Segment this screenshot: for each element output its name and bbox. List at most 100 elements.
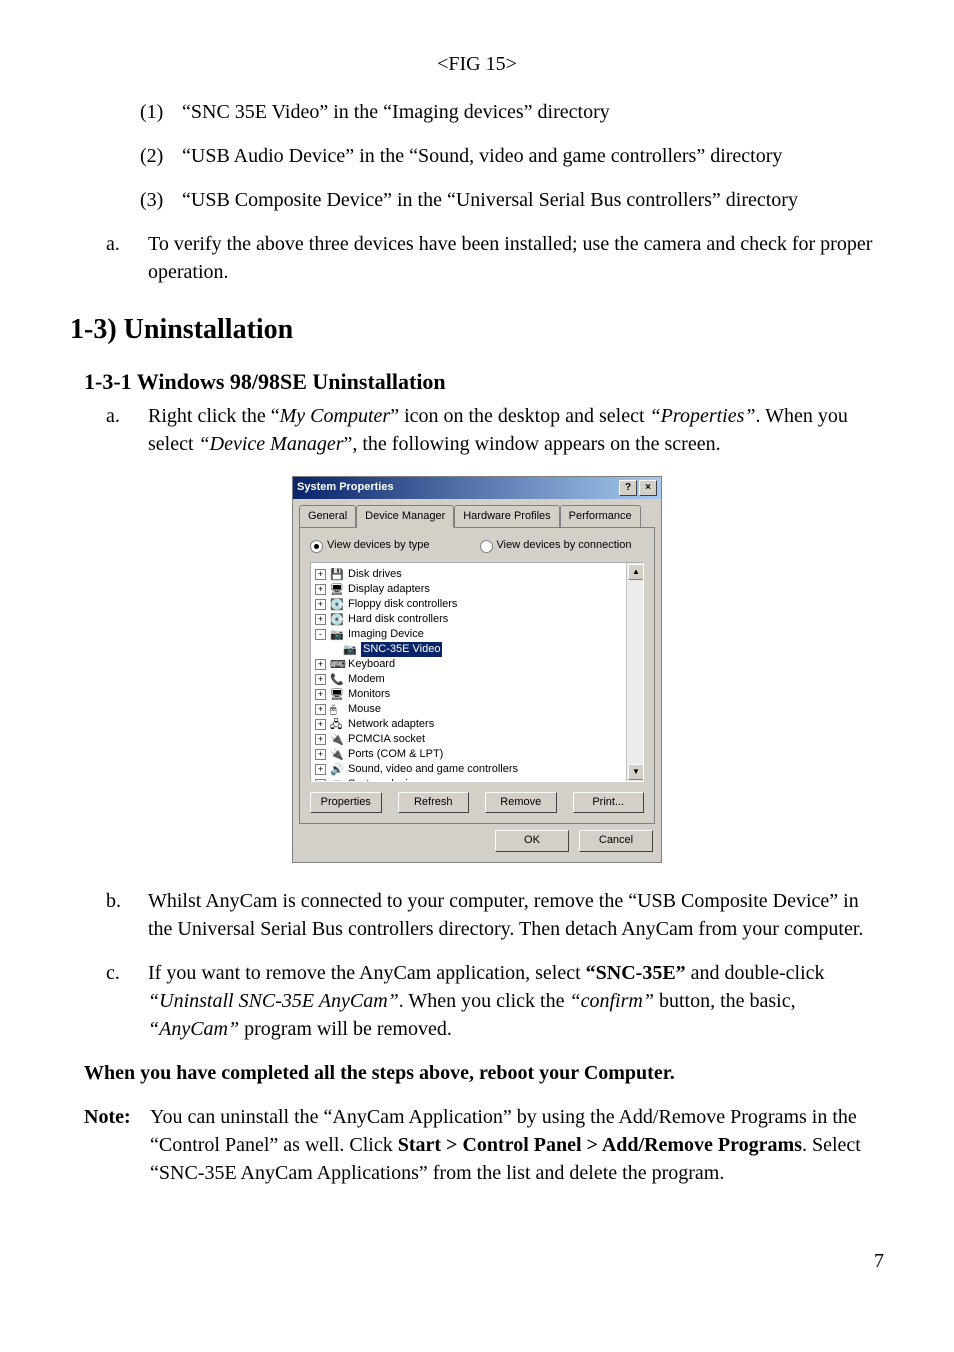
expand-icon[interactable]: + bbox=[315, 599, 326, 610]
tree-item[interactable]: -📷Imaging Device bbox=[315, 627, 639, 642]
tree-label: Mouse bbox=[348, 702, 381, 717]
list-item-2: (2) “USB Audio Device” in the “Sound, vi… bbox=[70, 142, 884, 170]
scrollbar[interactable]: ▲ ▼ bbox=[626, 563, 643, 781]
list-number: (2) bbox=[140, 142, 182, 170]
tree-item[interactable]: +📞Modem bbox=[315, 672, 639, 687]
expand-icon[interactable]: + bbox=[315, 779, 326, 782]
device-icon: 🔌 bbox=[330, 733, 344, 745]
scroll-down-icon[interactable]: ▼ bbox=[628, 764, 644, 780]
tab-performance[interactable]: Performance bbox=[560, 505, 641, 527]
device-tree[interactable]: +💾Disk drives +🖥Display adapters +💽Flopp… bbox=[315, 567, 639, 782]
scroll-up-icon[interactable]: ▲ bbox=[628, 564, 644, 580]
step-text: Right click the “My Computer” icon on th… bbox=[148, 402, 884, 458]
expand-icon[interactable]: + bbox=[315, 674, 326, 685]
bold-text: Start > Control Panel > Add/Remove Progr… bbox=[398, 1134, 802, 1156]
note-body: You can uninstall the “AnyCam Applicatio… bbox=[150, 1103, 884, 1187]
help-button[interactable]: ? bbox=[619, 480, 637, 496]
tab-strip: General Device Manager Hardware Profiles… bbox=[293, 499, 661, 527]
tree-label: Monitors bbox=[348, 687, 390, 702]
tree-label: System devices bbox=[348, 777, 425, 782]
tree-item[interactable]: + 🔌 PCMCIA socket bbox=[315, 732, 639, 747]
device-icon: 🖥 bbox=[330, 583, 344, 595]
tree-item[interactable]: + 🔌 Ports (COM & LPT) bbox=[315, 747, 639, 762]
tree-item[interactable]: + ⌨ Keyboard bbox=[315, 657, 639, 672]
refresh-button[interactable]: Refresh bbox=[398, 792, 470, 813]
expand-icon[interactable]: + bbox=[315, 569, 326, 580]
expand-icon[interactable]: + bbox=[315, 704, 326, 715]
step-text: If you want to remove the AnyCam applica… bbox=[148, 959, 884, 1043]
expand-icon[interactable]: + bbox=[315, 749, 326, 760]
tree-item[interactable]: +💻System devices bbox=[315, 777, 639, 782]
expand-icon[interactable]: + bbox=[315, 584, 326, 595]
tree-label: Sound, video and game controllers bbox=[348, 762, 518, 777]
tab-device-manager[interactable]: Device Manager bbox=[356, 505, 454, 528]
list-item-3: (3) “USB Composite Device” in the “Unive… bbox=[70, 186, 884, 214]
cancel-button[interactable]: Cancel bbox=[579, 830, 653, 851]
device-icon: 🖥 bbox=[330, 688, 344, 700]
tree-label: Modem bbox=[348, 672, 385, 687]
expand-icon[interactable]: + bbox=[315, 689, 326, 700]
step-letter: b. bbox=[106, 887, 148, 943]
device-icon: 🔊 bbox=[330, 763, 344, 775]
step-letter: a. bbox=[106, 230, 148, 286]
device-icon: 💽 bbox=[330, 613, 344, 625]
step-letter: a. bbox=[106, 402, 148, 458]
page-number: 7 bbox=[70, 1247, 884, 1275]
tree-item-selected[interactable]: 📷SNC-35E Video bbox=[315, 642, 639, 657]
radio-label: View devices by type bbox=[327, 538, 430, 553]
radio-by-type[interactable]: View devices by type bbox=[310, 538, 430, 553]
expand-icon[interactable]: + bbox=[315, 734, 326, 745]
expand-icon[interactable]: + bbox=[315, 614, 326, 625]
device-icon: 🔌 bbox=[330, 748, 344, 760]
dialog-bottom-buttons: OK Cancel bbox=[293, 830, 661, 861]
tree-item[interactable]: + 🖥 Display adapters bbox=[315, 582, 639, 597]
tree-label: PCMCIA socket bbox=[348, 732, 425, 747]
tree-item[interactable]: + 💽 Hard disk controllers bbox=[315, 612, 639, 627]
text-fragment: ” icon on the desktop and select bbox=[390, 405, 649, 427]
step-c: c. If you want to remove the AnyCam appl… bbox=[70, 959, 884, 1043]
expand-icon[interactable]: + bbox=[315, 659, 326, 670]
tree-label: Hard disk controllers bbox=[348, 612, 448, 627]
italic-text: “Properties” bbox=[650, 405, 756, 427]
device-icon: ⌨ bbox=[330, 658, 344, 670]
print-button[interactable]: Print... bbox=[573, 792, 645, 813]
collapse-icon[interactable]: - bbox=[315, 629, 326, 640]
tree-item[interactable]: +💽Floppy disk controllers bbox=[315, 597, 639, 612]
step-letter: c. bbox=[106, 959, 148, 1043]
tree-item[interactable]: +🖱Mouse bbox=[315, 702, 639, 717]
text-fragment: button, the basic, bbox=[654, 990, 796, 1012]
tree-item[interactable]: + 🔊 Sound, video and game controllers bbox=[315, 762, 639, 777]
button-row: Properties Refresh Remove Print... bbox=[310, 792, 644, 813]
text-fragment: ”, the following window appears on the s… bbox=[343, 433, 720, 455]
text-fragment: Right click the “ bbox=[148, 405, 280, 427]
device-icon: 💾 bbox=[330, 568, 344, 580]
list-text: “USB Composite Device” in the “Universal… bbox=[182, 186, 884, 214]
tree-label: Ports (COM & LPT) bbox=[348, 747, 443, 762]
note: Note: You can uninstall the “AnyCam Appl… bbox=[70, 1103, 884, 1187]
step-a: a. Right click the “My Computer” icon on… bbox=[70, 402, 884, 458]
list-text: “USB Audio Device” in the “Sound, video … bbox=[182, 142, 884, 170]
radio-by-connection[interactable]: View devices by connection bbox=[480, 538, 632, 553]
tab-hardware-profiles[interactable]: Hardware Profiles bbox=[454, 505, 559, 527]
tree-label: Display adapters bbox=[348, 582, 430, 597]
remove-button[interactable]: Remove bbox=[485, 792, 557, 813]
properties-button[interactable]: Properties bbox=[310, 792, 382, 813]
expand-icon[interactable]: + bbox=[315, 719, 326, 730]
device-icon: 🖧 bbox=[330, 718, 344, 730]
close-button[interactable]: × bbox=[639, 480, 657, 496]
list-number: (3) bbox=[140, 186, 182, 214]
text-fragment: . When you click the bbox=[399, 990, 570, 1012]
tree-label: Keyboard bbox=[348, 657, 395, 672]
tab-panel: View devices by type View devices by con… bbox=[299, 527, 655, 824]
italic-text: “AnyCam” bbox=[148, 1018, 239, 1040]
radio-label: View devices by connection bbox=[497, 538, 632, 553]
bold-text: “SNC-35E” bbox=[586, 962, 686, 984]
tab-general[interactable]: General bbox=[299, 505, 356, 527]
tree-item[interactable]: +💾Disk drives bbox=[315, 567, 639, 582]
tree-item[interactable]: +🖧Network adapters bbox=[315, 717, 639, 732]
list-number: (1) bbox=[140, 98, 182, 126]
expand-icon[interactable]: + bbox=[315, 764, 326, 775]
tree-item[interactable]: + 🖥 Monitors bbox=[315, 687, 639, 702]
list-text: “SNC 35E Video” in the “Imaging devices”… bbox=[182, 98, 884, 126]
ok-button[interactable]: OK bbox=[495, 830, 569, 851]
